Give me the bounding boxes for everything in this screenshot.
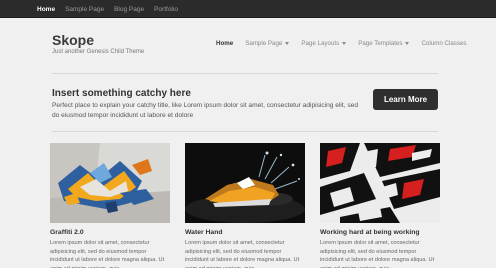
mainnav-column-classes-link[interactable]: Column Classes xyxy=(421,40,466,47)
card-text: Lorem ipsum dolor sit amet, consectetur … xyxy=(185,240,300,268)
site-description: Just another Genesis Child Theme xyxy=(52,49,145,55)
site-title[interactable]: Skope xyxy=(52,32,94,48)
graffiti-image[interactable] xyxy=(50,143,170,223)
chevron-down-icon xyxy=(285,42,290,45)
feature-card-graffiti: Graffiti 2.0 Lorem ipsum dolor sit amet,… xyxy=(50,143,170,268)
card-title[interactable]: Graffiti 2.0 xyxy=(50,229,170,236)
chevron-down-icon xyxy=(405,42,410,45)
card-text: Lorem ipsum dolor sit amet, consectetur … xyxy=(320,240,435,268)
feature-card-water-hand: Water Hand Lorem ipsum dolor sit amet, c… xyxy=(185,143,305,268)
header-divider xyxy=(52,73,438,74)
learn-more-button[interactable]: Learn More xyxy=(373,89,438,110)
topnav-home-link[interactable]: Home xyxy=(37,6,55,13)
mainnav-sample-page-label: Sample Page xyxy=(245,40,283,47)
water-hand-image[interactable] xyxy=(185,143,305,223)
card-text: Lorem ipsum dolor sit amet, consectetur … xyxy=(50,240,165,268)
mainnav-column-classes-label: Column Classes xyxy=(421,40,467,47)
topnav-portfolio-link[interactable]: Portfolio xyxy=(154,6,178,13)
promo-text: Perfect place to explain your catchy tit… xyxy=(52,102,359,119)
card-title[interactable]: Working hard at being working xyxy=(320,229,440,236)
feature-card-working-hard: Working hard at being working Lorem ipsu… xyxy=(320,143,440,268)
mainnav-page-layouts-link[interactable]: Page Layouts xyxy=(301,40,347,47)
mainnav-home-link[interactable]: Home xyxy=(216,40,233,47)
mainnav-sample-page-link[interactable]: Sample Page xyxy=(245,40,290,47)
mainnav-page-templates-label: Page Templates xyxy=(358,40,403,47)
promo-title: Insert something catchy here xyxy=(52,88,191,99)
topnav-blog-page-link[interactable]: Blog Page xyxy=(114,6,144,13)
mainnav-page-templates-link[interactable]: Page Templates xyxy=(358,40,410,47)
typography-poster-image[interactable] xyxy=(320,143,440,223)
top-navigation: Home Sample Page Blog Page Portfolio xyxy=(37,0,188,18)
mainnav-page-layouts-label: Page Layouts xyxy=(301,40,340,47)
topnav-sample-page-link[interactable]: Sample Page xyxy=(65,6,104,13)
promo-divider xyxy=(52,131,438,132)
mainnav-home-label: Home xyxy=(216,40,234,47)
main-navigation: Home Sample Page Page Layouts Page Templ… xyxy=(216,40,479,47)
card-title[interactable]: Water Hand xyxy=(185,229,305,236)
chevron-down-icon xyxy=(342,42,347,45)
top-bar: Home Sample Page Blog Page Portfolio xyxy=(0,0,496,18)
